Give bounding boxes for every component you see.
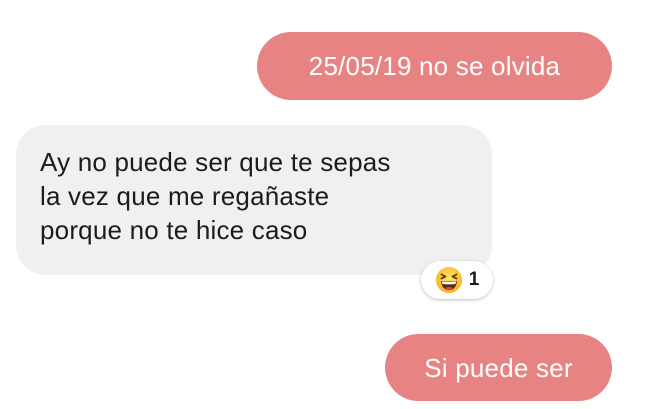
chat-thread: 25/05/19 no se olvida Ay no puede ser qu… — [0, 0, 662, 409]
reaction-count: 1 — [468, 269, 480, 290]
message-text-line: porque no te hice caso — [40, 215, 308, 245]
message-text: 25/05/19 no se olvida — [308, 51, 561, 81]
outgoing-message-bubble[interactable]: 25/05/19 no se olvida — [257, 32, 612, 100]
outgoing-message-bubble[interactable]: Si puede ser — [385, 334, 612, 401]
incoming-message-bubble[interactable]: Ay no puede ser que te sepas la vez que … — [16, 125, 492, 275]
reaction-badge[interactable]: 1 — [421, 261, 493, 299]
grinning-squinting-face-icon — [435, 267, 462, 293]
message-text: Si puede ser — [424, 352, 573, 383]
message-text-line: Ay no puede ser que te sepas — [40, 147, 391, 177]
message-text-line: la vez que me regañaste — [40, 181, 330, 211]
